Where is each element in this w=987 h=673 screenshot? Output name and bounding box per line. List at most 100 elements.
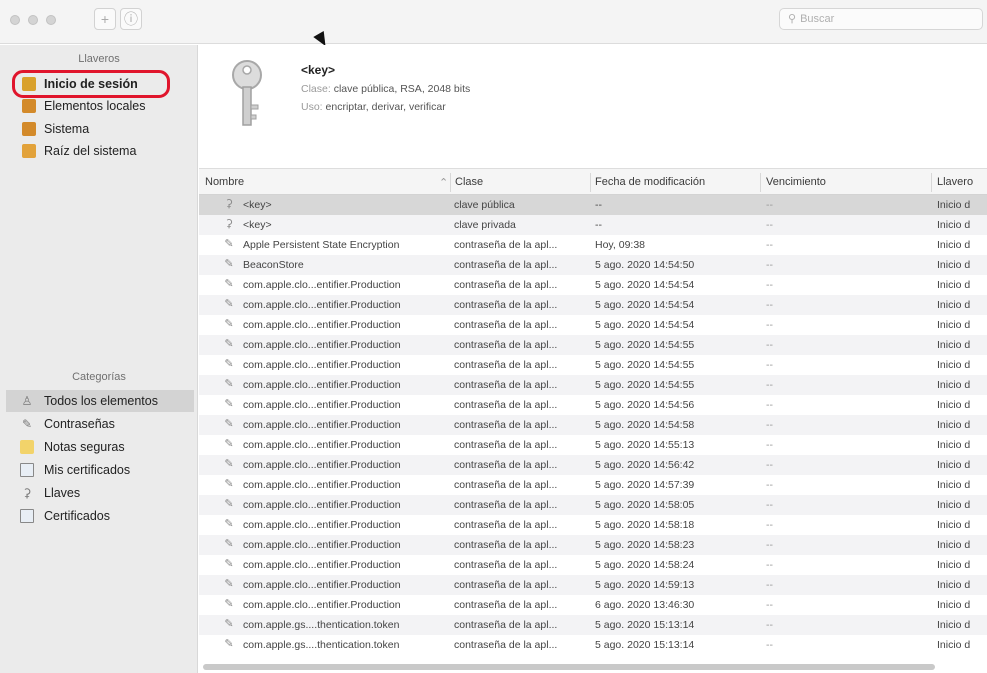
close-window-button[interactable]: [10, 15, 20, 25]
cell-class: contraseña de la apl...: [454, 639, 558, 651]
table-row[interactable]: ✎ com.apple.clo...entifier.Production cont…: [199, 435, 987, 455]
table-row[interactable]: ✎ com.apple.clo...entifier.Production cont…: [199, 535, 987, 555]
cell-class: contraseña de la apl...: [454, 279, 558, 291]
cell-name: com.apple.clo...entifier.Production: [243, 559, 401, 571]
cell-class: clave privada: [454, 219, 516, 231]
pencil-icon: ✎: [224, 598, 234, 610]
sidebar-item-label: Llaves: [44, 486, 81, 500]
column-header-keychain[interactable]: Llavero: [937, 176, 973, 188]
column-header-modified[interactable]: Fecha de modificación: [595, 176, 705, 188]
search-field[interactable]: ⚲ Buscar: [779, 8, 983, 30]
sidebar-item-local-items[interactable]: Elementos locales: [14, 95, 194, 117]
cell-class: contraseña de la apl...: [454, 539, 558, 551]
sidebar-item-system-roots[interactable]: Raíz del sistema: [14, 140, 194, 162]
categories-header: Categorías: [72, 371, 126, 383]
table-row[interactable]: ✎ com.apple.clo...entifier.Production cont…: [199, 515, 987, 535]
add-item-button[interactable]: +: [94, 8, 116, 30]
table-row[interactable]: ✎ com.apple.clo...entifier.Production cont…: [199, 395, 987, 415]
sidebar-item-label: Notas seguras: [44, 440, 125, 454]
cell-class: contraseña de la apl...: [454, 239, 558, 251]
column-divider[interactable]: [760, 173, 761, 192]
cell-modified: 5 ago. 2020 14:58:18: [595, 519, 695, 531]
pencil-icon: ✎: [224, 618, 234, 630]
cell-keychain: Inicio d: [937, 259, 971, 271]
sidebar-item-system[interactable]: Sistema: [14, 118, 194, 140]
cell-class: contraseña de la apl...: [454, 599, 558, 611]
cell-modified: 5 ago. 2020 14:54:54: [595, 299, 695, 311]
sidebar-item-secure-notes[interactable]: Notas seguras: [6, 436, 186, 458]
table-row[interactable]: ✎ com.apple.clo...entifier.Production cont…: [199, 375, 987, 395]
pencil-icon: ✎: [224, 358, 234, 370]
cell-modified: 5 ago. 2020 14:54:54: [595, 279, 695, 291]
table-row[interactable]: ✎ com.apple.clo...entifier.Production cont…: [199, 415, 987, 435]
pencil-icon: ✎: [224, 278, 234, 290]
info-button[interactable]: ⓘ: [120, 8, 142, 30]
table-row[interactable]: ✎ com.apple.clo...entifier.Production cont…: [199, 595, 987, 615]
cell-modified: 5 ago. 2020 14:55:13: [595, 439, 695, 451]
cell-modified: --: [595, 199, 602, 211]
horizontal-scrollbar[interactable]: [203, 664, 935, 670]
table-row[interactable]: ✎ com.apple.clo...entifier.Production cont…: [199, 275, 987, 295]
cell-expires: --: [766, 419, 773, 431]
cell-name: com.apple.clo...entifier.Production: [243, 419, 401, 431]
pencil-icon: ✎: [224, 478, 234, 490]
table-row[interactable]: ✎ com.apple.clo...entifier.Production cont…: [199, 475, 987, 495]
cell-name: com.apple.clo...entifier.Production: [243, 479, 401, 491]
cell-modified: 5 ago. 2020 14:57:39: [595, 479, 695, 491]
column-divider[interactable]: [590, 173, 591, 192]
column-divider[interactable]: [931, 173, 932, 192]
cell-keychain: Inicio d: [937, 459, 971, 471]
cell-expires: --: [766, 259, 773, 271]
table-row[interactable]: ✎ Apple Persistent State Encryption contra…: [199, 235, 987, 255]
sidebar-item-keys[interactable]: ⚳ Llaves: [6, 482, 186, 504]
table-row[interactable]: ✎ BeaconStore contraseña de la apl... 5 ago…: [199, 255, 987, 275]
column-divider[interactable]: [450, 173, 451, 192]
cell-modified: 5 ago. 2020 14:54:55: [595, 339, 695, 351]
table-row[interactable]: ⚳ <key> clave pública -- -- Inicio d: [199, 195, 987, 215]
table-row[interactable]: ✎ com.apple.clo...entifier.Production cont…: [199, 455, 987, 475]
zoom-window-button[interactable]: [46, 15, 56, 25]
sidebar-item-all-items[interactable]: ♙ Todos los elementos: [6, 390, 194, 412]
cell-class: contraseña de la apl...: [454, 379, 558, 391]
pencil-icon: ✎: [224, 578, 234, 590]
cell-name: com.apple.gs....thentication.token: [243, 639, 400, 651]
pencil-icon: ✎: [224, 378, 234, 390]
column-header-name[interactable]: Nombre: [205, 176, 244, 188]
sidebar-item-label: Mis certificados: [44, 463, 131, 477]
sidebar-item-passwords[interactable]: ✎ Contraseñas: [6, 413, 186, 435]
table-row[interactable]: ⚳ <key> clave privada -- -- Inicio d: [199, 215, 987, 235]
cell-name: com.apple.clo...entifier.Production: [243, 539, 401, 551]
cell-modified: Hoy, 09:38: [595, 239, 646, 251]
cell-expires: --: [766, 279, 773, 291]
cell-expires: --: [766, 399, 773, 411]
cell-keychain: Inicio d: [937, 339, 971, 351]
cell-expires: --: [766, 459, 773, 471]
table-row[interactable]: ✎ com.apple.clo...entifier.Production cont…: [199, 335, 987, 355]
column-header-class[interactable]: Clase: [455, 176, 483, 188]
table-row[interactable]: ✎ com.apple.clo...entifier.Production cont…: [199, 555, 987, 575]
table-row[interactable]: ✎ com.apple.clo...entifier.Production cont…: [199, 495, 987, 515]
column-header-expires[interactable]: Vencimiento: [766, 176, 826, 188]
cell-keychain: Inicio d: [937, 219, 971, 231]
minimize-window-button[interactable]: [28, 15, 38, 25]
cell-keychain: Inicio d: [937, 399, 971, 411]
table-row[interactable]: ✎ com.apple.clo...entifier.Production cont…: [199, 315, 987, 335]
cell-modified: 5 ago. 2020 15:13:14: [595, 639, 695, 651]
cell-modified: 5 ago. 2020 14:58:24: [595, 559, 695, 571]
cell-keychain: Inicio d: [937, 319, 971, 331]
pencil-icon: ✎: [224, 558, 234, 570]
cell-keychain: Inicio d: [937, 419, 971, 431]
cell-modified: 5 ago. 2020 15:13:14: [595, 619, 695, 631]
cell-name: com.apple.clo...entifier.Production: [243, 279, 401, 291]
sidebar-item-my-certificates[interactable]: Mis certificados: [6, 459, 186, 481]
cell-name: com.apple.gs....thentication.token: [243, 619, 400, 631]
sidebar-item-certificates[interactable]: Certificados: [6, 505, 186, 527]
pencil-icon: ✎: [224, 298, 234, 310]
table-row[interactable]: ✎ com.apple.gs....thentication.token contr…: [199, 635, 987, 655]
table-row[interactable]: ✎ com.apple.clo...entifier.Production cont…: [199, 295, 987, 315]
pencil-icon: ✎: [21, 417, 33, 431]
table-row[interactable]: ✎ com.apple.clo...entifier.Production cont…: [199, 575, 987, 595]
cell-expires: --: [766, 319, 773, 331]
table-row[interactable]: ✎ com.apple.gs....thentication.token contr…: [199, 615, 987, 635]
table-row[interactable]: ✎ com.apple.clo...entifier.Production cont…: [199, 355, 987, 375]
